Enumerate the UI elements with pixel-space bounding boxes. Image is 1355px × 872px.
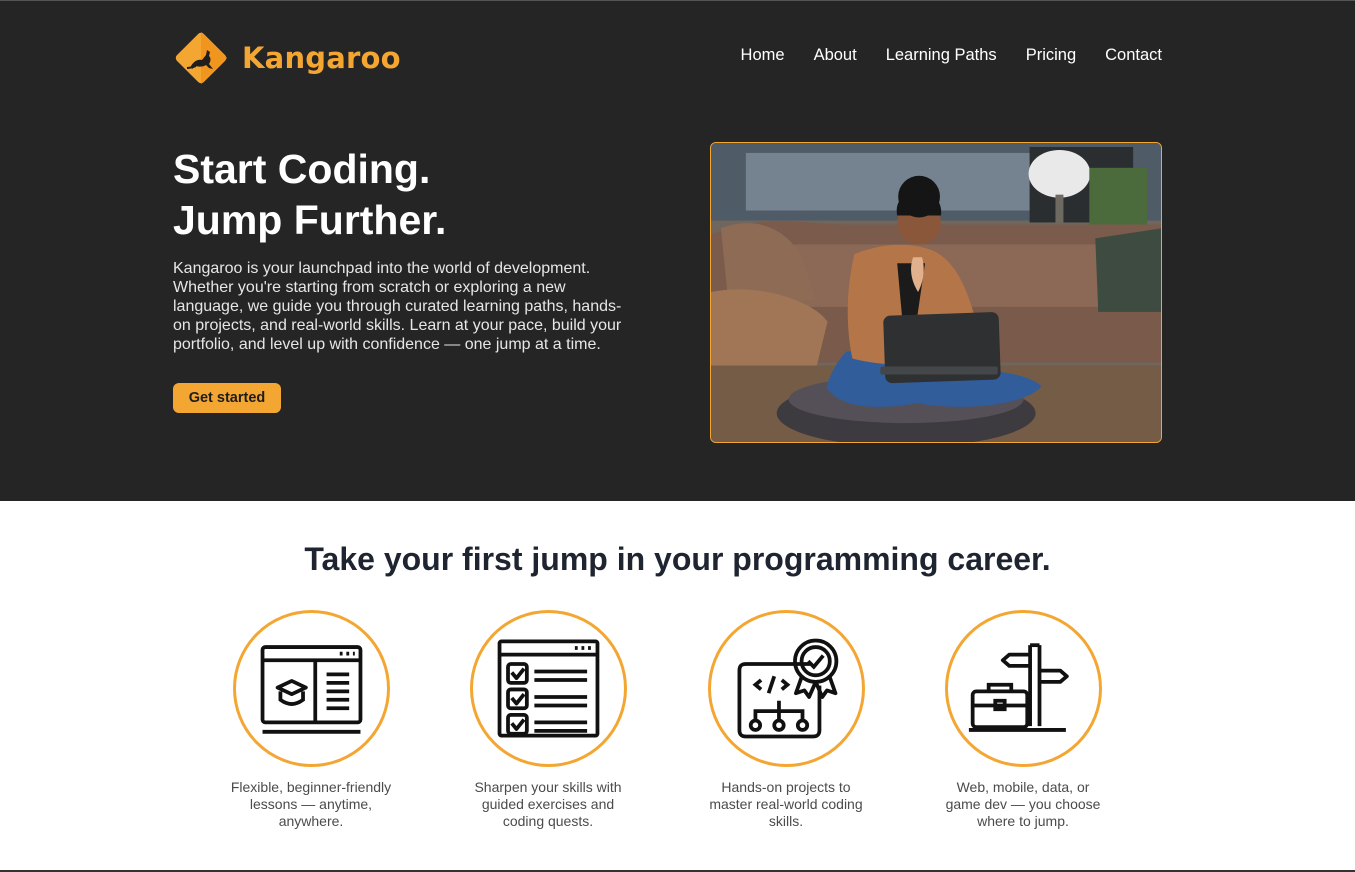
online-lesson-icon [260, 645, 362, 734]
feature-card-projects: Hands-on projects to master real-world c… [671, 610, 901, 830]
code-project-icon [737, 638, 838, 739]
woman-coding-on-laptop-photo [711, 143, 1161, 442]
feature-text-projects: Hands-on projects to master real-world c… [709, 779, 863, 829]
hero-title: Start Coding. Jump Further. [173, 144, 673, 246]
hero-image [710, 142, 1162, 443]
main-menu: Home About Learning Paths Pricing Contac… [712, 46, 1162, 65]
brand-logo[interactable]: Kangaroo [173, 30, 401, 86]
nav-about[interactable]: About [814, 46, 857, 65]
nav-pricing[interactable]: Pricing [1026, 46, 1076, 65]
feature-card-lessons: Flexible, beginner-friendly lessons — an… [196, 610, 426, 830]
feature-text-lessons: Flexible, beginner-friendly lessons — an… [230, 779, 392, 829]
feature-icon-circle [944, 610, 1102, 767]
features-title: Take your first jump in your programming… [304, 541, 1051, 577]
brand-name: Kangaroo [242, 41, 401, 75]
career-signpost-icon [968, 643, 1069, 732]
feature-card-paths: Web, mobile, data, or game dev — you cho… [908, 610, 1138, 830]
nav-home[interactable]: Home [741, 46, 785, 65]
feature-icon-circle [707, 610, 865, 767]
nav-contact[interactable]: Contact [1105, 46, 1162, 65]
kangaroo-sign-icon [175, 32, 227, 84]
feature-text-paths: Web, mobile, data, or game dev — you cho… [945, 779, 1101, 829]
hero-title-line-1: Start Coding. [173, 146, 431, 192]
feature-icon-circle [232, 610, 390, 767]
nav-learning-paths[interactable]: Learning Paths [886, 46, 997, 65]
feature-text-exercises: Sharpen your skills with guided exercise… [474, 779, 622, 829]
feature-icon-circle [469, 610, 627, 767]
get-started-button[interactable]: Get started [173, 383, 281, 413]
top-navigation: Kangaroo Home About Learning Paths Prici… [173, 30, 1162, 86]
hero-title-line-2: Jump Further. [173, 197, 447, 243]
feature-card-exercises: Sharpen your skills with guided exercise… [433, 610, 663, 830]
checklist-icon [497, 639, 599, 738]
hero-description: Kangaroo is your launchpad into the worl… [173, 260, 622, 353]
hero-section: Kangaroo Home About Learning Paths Prici… [0, 0, 1355, 501]
